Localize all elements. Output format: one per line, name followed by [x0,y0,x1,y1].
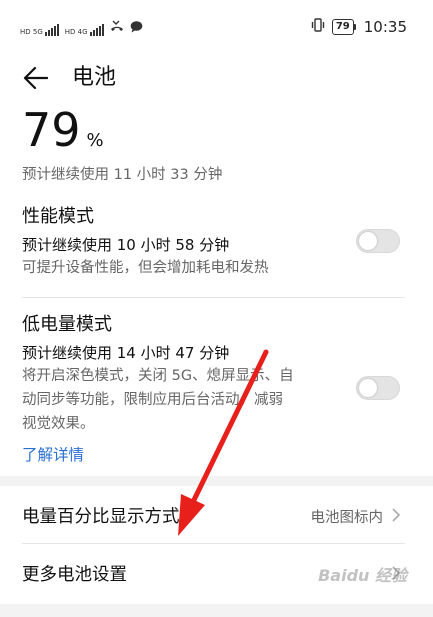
vibrate-icon [310,18,326,36]
bottom-separator [0,604,433,617]
battery-settings-screen: HD 5G HD 4G 79 10:35 电池 79 % 预计继续使用 11 小… [0,0,433,617]
battery-percentage-display-value: 电池图标内 [310,510,384,526]
signal-icon [89,24,104,36]
low-power-mode-section[interactable]: 低电量模式 预计继续使用 14 小时 47 分钟 将开启深色模式，关闭 5G、熄… [22,312,403,436]
toggle-knob [359,232,377,250]
low-power-mode-title: 低电量模式 [22,314,112,335]
battery-percentage-display-row[interactable]: 电量百分比显示方式 电池图标内 [0,487,433,543]
sim2-signal: HD 4G [65,24,104,36]
battery-level-value: 79 [22,103,81,157]
more-battery-settings-label: 更多电池设置 [22,565,127,585]
description-line: 将开启深色模式，关闭 5G、熄屏显示、自 [22,368,294,384]
back-arrow-icon[interactable] [20,62,50,94]
divider [22,297,405,298]
performance-mode-estimate: 预计继续使用 10 小时 58 分钟 [22,236,230,254]
description-line: 动同步等功能，限制应用后台活动，减弱 [22,392,283,408]
performance-mode-section[interactable]: 性能模式 预计继续使用 10 小时 58 分钟 可提升设备性能，但会增加耗电和发… [22,204,403,280]
description-line: 视觉效果。 [22,416,95,432]
sim2-network-tag: HD 4G [64,28,88,36]
status-time: 10:35 [363,18,407,36]
performance-mode-title: 性能模式 [22,206,94,227]
battery-remaining-time: 预计继续使用 11 小时 33 分钟 [22,167,223,183]
title-bar: 电池 [0,58,433,98]
status-battery-percent: 79 [331,19,354,35]
battery-level: 79 % [22,102,104,158]
missed-call-icon [110,20,124,36]
low-power-mode-estimate: 预计继续使用 14 小时 47 分钟 [22,344,230,362]
chat-icon [130,20,143,36]
low-power-mode-toggle[interactable] [356,376,400,400]
section-separator [0,476,433,486]
status-right-icons: 79 10:35 [310,17,407,37]
watermark: Baidu 经验 [318,566,407,585]
performance-mode-toggle[interactable] [356,229,400,253]
low-power-mode-description: 将开启深色模式，关闭 5G、熄屏显示、自 动同步等功能，限制应用后台活动，减弱 … [22,364,403,436]
status-bar: HD 5G HD 4G 79 10:35 [0,0,433,56]
chevron-right-icon [392,508,401,522]
battery-level-unit: % [86,130,104,151]
status-left-icons: HD 5G HD 4G [20,16,143,36]
performance-mode-description: 可提升设备性能，但会增加耗电和发热 [22,260,269,276]
sim1-network-tag: HD 5G [20,28,43,36]
sim1-signal: HD 5G [20,24,59,36]
battery-percentage-display-label: 电量百分比显示方式 [22,507,180,527]
signal-icon [44,24,59,36]
page-title: 电池 [72,65,117,90]
toggle-knob [359,379,377,397]
divider [22,543,405,544]
battery-icon: 79 [331,19,356,35]
learn-more-link[interactable]: 了解详情 [22,443,84,465]
